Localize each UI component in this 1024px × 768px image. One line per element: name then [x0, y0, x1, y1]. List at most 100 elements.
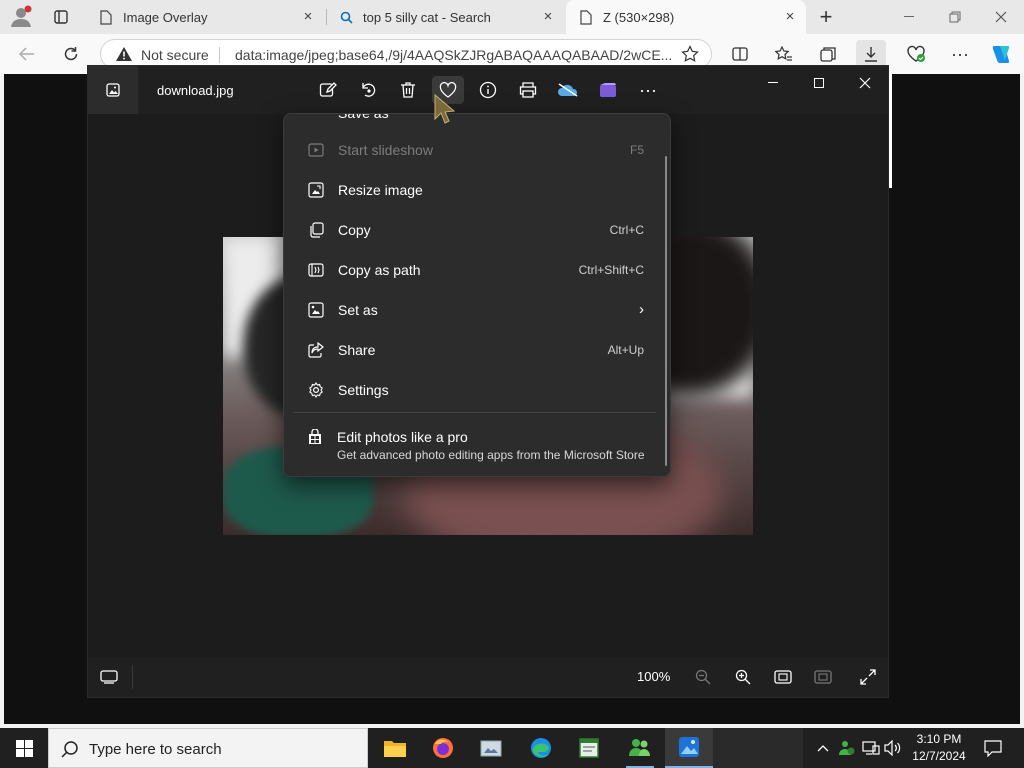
zoom-in-icon[interactable] [728, 663, 758, 691]
tab-title: Z (530×298) [603, 9, 675, 25]
tab-actions-icon[interactable] [46, 3, 76, 31]
menu-item-label: Set as [338, 302, 378, 318]
info-icon[interactable] [472, 76, 504, 104]
clipchamp-icon[interactable] [592, 76, 624, 104]
taskbar-clock[interactable]: 3:10 PM 12/7/2024 [904, 731, 974, 765]
zoom-level: 100% [637, 669, 671, 684]
promo-title[interactable]: Edit photos like a pro [337, 429, 468, 445]
bottom-divider [132, 665, 133, 689]
menu-item-copy-as-path[interactable]: Copy as path Ctrl+Shift+C [288, 252, 662, 288]
taskbar-empty-slot [713, 728, 803, 768]
photo-viewer-app-icon[interactable] [467, 728, 515, 768]
copy-path-icon [308, 262, 324, 278]
share-icon [308, 341, 324, 358]
network-icon[interactable] [860, 728, 882, 768]
menu-divider [294, 412, 656, 413]
zoom-out-icon[interactable] [688, 663, 718, 691]
file-explorer-icon[interactable] [371, 728, 419, 768]
edit-icon[interactable] [312, 76, 344, 104]
security-label[interactable]: Not secure [141, 47, 209, 63]
photos-gallery-icon[interactable] [88, 66, 138, 114]
onedrive-icon[interactable] [552, 76, 584, 104]
photos-title-bar: download.jpg ··· [88, 66, 888, 114]
tab-silly-cat-search[interactable]: top 5 silly cat - Search × [326, 0, 564, 34]
photos-app-icon[interactable] [665, 728, 713, 768]
print-icon[interactable] [512, 76, 544, 104]
delete-icon[interactable] [392, 76, 424, 104]
url-divider [219, 47, 220, 63]
settings-more-icon[interactable]: ··· [945, 40, 975, 68]
photos-minimize-icon[interactable] [750, 66, 796, 100]
edge-icon[interactable] [517, 728, 565, 768]
close-tab-icon[interactable]: × [540, 9, 556, 25]
collections-icon[interactable] [813, 40, 843, 68]
browser-essentials-icon[interactable] [901, 40, 931, 68]
downloads-icon[interactable] [856, 40, 886, 68]
menu-item-label: Share [338, 342, 376, 358]
menu-item-label: Start slideshow [338, 142, 433, 158]
copy-icon [308, 222, 324, 238]
menu-item-copy[interactable]: Copy Ctrl+C [288, 212, 662, 248]
menu-item-label: Copy as path [338, 262, 421, 278]
people-app-icon[interactable] [616, 728, 664, 768]
full-screen-icon[interactable] [853, 663, 883, 691]
split-screen-icon[interactable] [725, 40, 755, 68]
firefox-icon[interactable] [419, 728, 467, 768]
page-icon [578, 9, 594, 25]
clock-time: 3:10 PM [916, 732, 962, 746]
tab-title: Image Overlay [123, 9, 208, 25]
page-icon [98, 9, 114, 25]
fit-to-window-icon[interactable] [768, 663, 798, 691]
tab-image-overlay[interactable]: Image Overlay × [86, 0, 324, 34]
store-icon [307, 428, 323, 448]
show-hidden-icons-icon[interactable] [812, 728, 834, 768]
search-icon [338, 9, 354, 25]
profile-avatar[interactable] [8, 5, 34, 29]
windows-taskbar: Type here to search 3:10 PM 12/7/2024 [0, 728, 1024, 768]
actual-size-icon[interactable] [808, 663, 838, 691]
rotate-icon[interactable] [352, 76, 384, 104]
promo-subtitle[interactable]: Get advanced photo editing apps from the… [337, 448, 645, 462]
close-tab-icon[interactable]: × [782, 9, 798, 25]
copilot-icon[interactable] [986, 40, 1016, 68]
close-window-icon[interactable] [978, 0, 1024, 34]
menu-item-shortcut: Ctrl+C [609, 223, 644, 237]
taskbar-search-box[interactable]: Type here to search [48, 728, 368, 768]
filmstrip-icon[interactable] [94, 663, 124, 691]
minimize-icon[interactable] [886, 0, 932, 34]
menu-item-shortcut: F5 [629, 143, 644, 157]
menu-scrollbar[interactable] [665, 156, 667, 466]
photos-maximize-icon[interactable] [796, 66, 842, 100]
menu-item-shortcut: Alt+Up [607, 343, 644, 357]
volume-icon[interactable] [882, 728, 904, 768]
start-button-icon[interactable] [0, 728, 48, 768]
photos-close-icon[interactable] [842, 66, 888, 100]
slideshow-icon [308, 142, 324, 158]
menu-item-label: Copy [338, 222, 371, 238]
url-text[interactable]: data:image/jpeg;base64,/9j/4AAQSkZJRgABA… [235, 47, 672, 63]
refresh-icon[interactable] [56, 40, 86, 68]
tab-image-active[interactable]: Z (530×298) × [566, 0, 806, 34]
menu-item-shortcut: Ctrl+Shift+C [578, 263, 644, 277]
tray-people-icon[interactable] [836, 728, 858, 768]
back-icon[interactable] [12, 40, 42, 68]
menu-item-label: Settings [338, 382, 389, 398]
menu-item-share[interactable]: Share Alt+Up [288, 332, 662, 368]
menu-item-resize-image[interactable]: Resize image [288, 172, 662, 208]
menu-item-start-slideshow[interactable]: Start slideshow F5 [288, 132, 662, 168]
warning-icon[interactable] [115, 46, 133, 65]
more-icon[interactable]: ··· [632, 76, 664, 104]
menu-item-save-as-clipped[interactable]: Save as [338, 114, 389, 121]
notepad-icon[interactable] [565, 728, 613, 768]
favorites-icon[interactable] [769, 40, 799, 68]
close-tab-icon[interactable]: × [300, 9, 316, 25]
restore-icon[interactable] [932, 0, 978, 34]
menu-item-settings[interactable]: Settings [288, 372, 662, 408]
clock-date: 12/7/2024 [912, 749, 966, 763]
menu-item-set-as[interactable]: Set as › [288, 292, 662, 328]
search-placeholder: Type here to search [89, 741, 222, 758]
favorite-star-icon[interactable] [681, 45, 699, 66]
new-tab-button[interactable]: + [811, 3, 841, 31]
browser-tab-bar: Image Overlay × top 5 silly cat - Search… [0, 0, 1024, 34]
notifications-icon[interactable] [978, 728, 1008, 768]
